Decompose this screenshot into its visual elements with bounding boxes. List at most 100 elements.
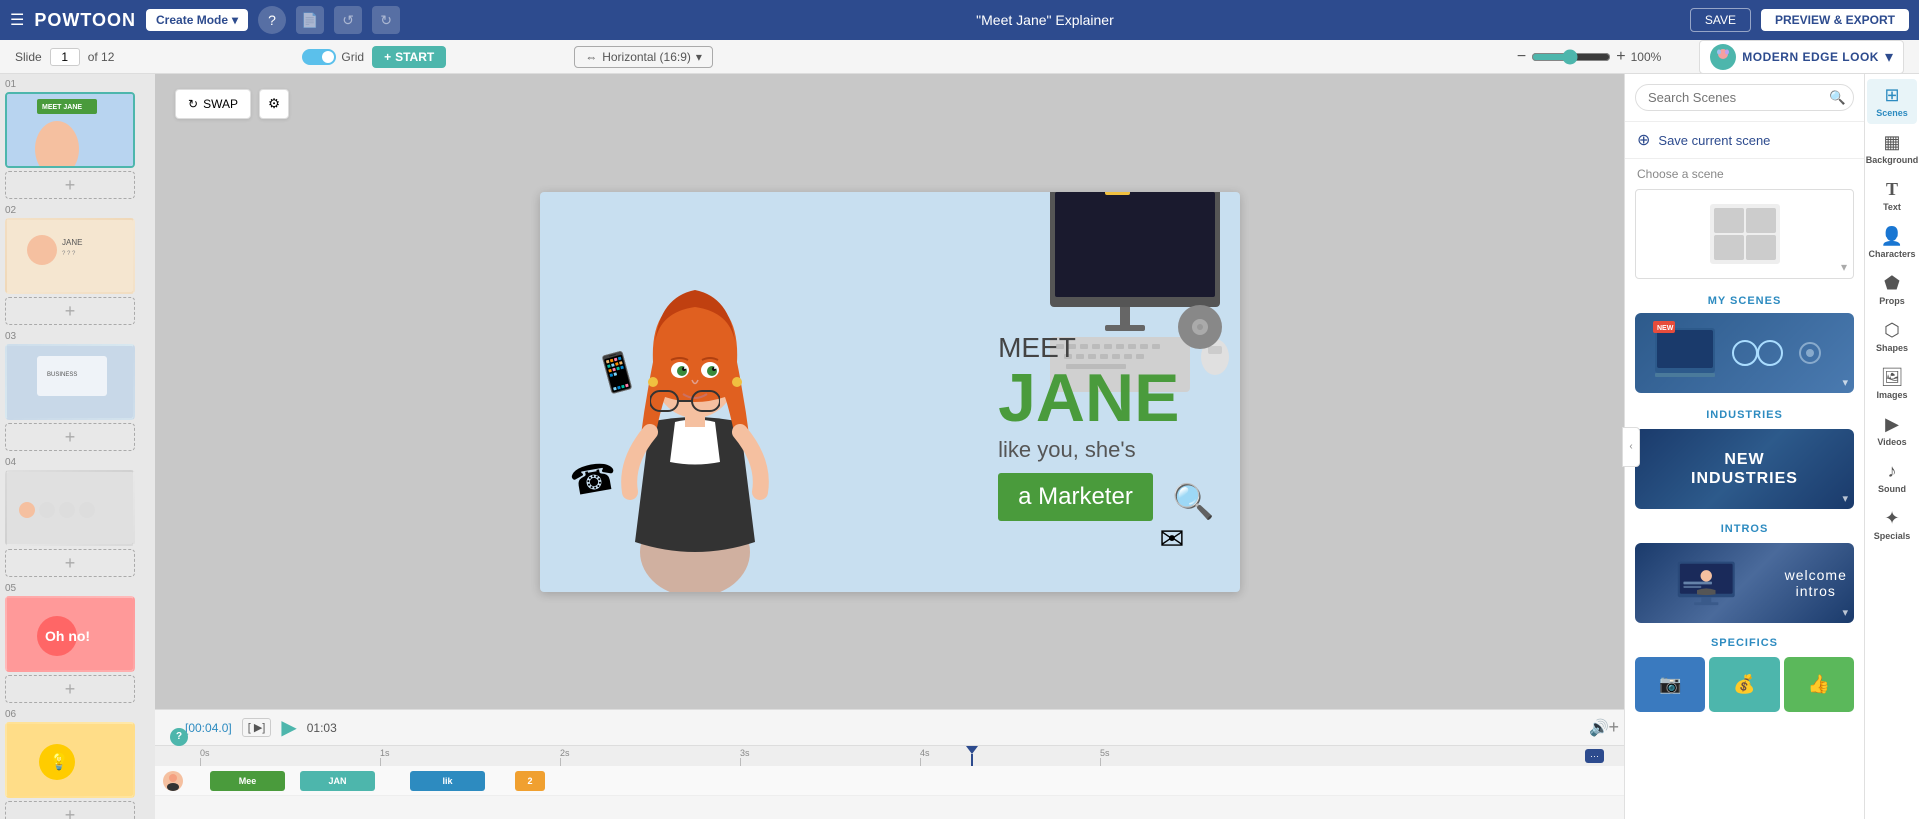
volume-icon[interactable]: 🔊	[1589, 718, 1609, 738]
scene-cell-3	[1714, 235, 1744, 260]
search-button[interactable]: 🔍	[1829, 90, 1846, 106]
help-button[interactable]: ?	[258, 6, 286, 34]
slide-number-input[interactable]	[50, 48, 80, 66]
slide-preview-06[interactable]: 💡	[5, 722, 135, 798]
grid-toggle[interactable]	[302, 49, 336, 65]
sidebar-item-background[interactable]: ▦ Background	[1867, 126, 1917, 171]
svg-text:NEW: NEW	[1657, 325, 1674, 332]
slide-preview-05[interactable]: Oh no!	[5, 596, 135, 672]
undo-button[interactable]: ↺	[334, 6, 362, 34]
slide-thumb-4[interactable]: 04 +	[5, 457, 150, 577]
collapse-panel-button[interactable]: ‹	[1622, 427, 1640, 467]
glasses-prop	[650, 387, 720, 423]
track-segment-lik[interactable]: lik	[410, 771, 485, 791]
industries-expand-arrow[interactable]: ▾	[1842, 492, 1848, 505]
track-segment-jan[interactable]: JAN	[300, 771, 375, 791]
sidebar-item-props[interactable]: ⬟ Props	[1867, 267, 1917, 312]
main-canvas[interactable]: 📱 ☎ 🔍	[540, 192, 1240, 592]
sidebar-item-sound[interactable]: ♪ Sound	[1867, 455, 1917, 500]
look-selector[interactable]: MODERN EDGE LOOK ▾	[1699, 40, 1904, 74]
scene-cell-2	[1746, 208, 1776, 233]
look-dropdown-icon: ▾	[1885, 47, 1893, 67]
ruler-2s: 2s	[560, 748, 740, 766]
sidebar-item-shapes[interactable]: ⬡ Shapes	[1867, 314, 1917, 359]
specials-label: Specials	[1874, 531, 1911, 541]
slide-thumb-2[interactable]: 02 JANE ? ? ? +	[5, 205, 150, 325]
ruler-1s: 1s	[380, 748, 560, 766]
hamburger-icon[interactable]: ☰	[10, 10, 24, 30]
my-scene-card[interactable]: NEW ▾	[1635, 313, 1854, 393]
help-info-button[interactable]: ?	[170, 728, 188, 746]
docs-button[interactable]: 📄	[296, 6, 324, 34]
save-button[interactable]: SAVE	[1690, 8, 1751, 32]
track-segment-mee[interactable]: Mee	[210, 771, 285, 791]
slide-num-01: 01	[5, 79, 150, 90]
right-panel-outer: 🔍 ⊕ Save current scene Choose a scene	[1624, 74, 1919, 819]
track-segment-2[interactable]: 2	[515, 771, 545, 791]
scene-preview-box[interactable]: ▾	[1635, 189, 1854, 279]
redo-button[interactable]: ↻	[372, 6, 400, 34]
zoom-controls: − + 100%	[1517, 48, 1661, 66]
sidebar-item-scenes[interactable]: ⊞ Scenes	[1867, 79, 1917, 124]
sidebar-item-text[interactable]: T Text	[1867, 173, 1917, 218]
canvas-scene: 📱 ☎ 🔍	[540, 192, 1240, 592]
slide-preview-02[interactable]: JANE ? ? ?	[5, 218, 135, 294]
swap-button[interactable]: ↻ SWAP	[175, 89, 251, 119]
slides-panel: 01 MEET JANE + 02 JANE ? ? ?	[0, 74, 155, 819]
save-current-scene-button[interactable]: ⊕ Save current scene	[1625, 122, 1864, 159]
characters-label: Characters	[1868, 249, 1915, 259]
horizontal-button[interactable]: ⇔ Horizontal (16:9) ▾	[574, 46, 713, 68]
ruler-0s: 0s	[200, 748, 380, 766]
sidebar-item-characters[interactable]: 👤 Characters	[1867, 220, 1917, 265]
slide-add-02[interactable]: +	[5, 297, 135, 325]
props-label: Props	[1879, 296, 1905, 306]
look-name: MODERN EDGE LOOK	[1742, 50, 1879, 64]
sidebar-item-specials[interactable]: ✦ Specials	[1867, 502, 1917, 547]
sound-label: Sound	[1878, 484, 1906, 494]
slide-add-06[interactable]: +	[5, 801, 135, 819]
start-button[interactable]: + START	[372, 46, 446, 68]
slide-add-05[interactable]: +	[5, 675, 135, 703]
slide-thumb-1[interactable]: 01 MEET JANE +	[5, 79, 150, 199]
slide-thumb-3[interactable]: 03 BUSINESS +	[5, 331, 150, 451]
slide-add-01[interactable]: +	[5, 171, 135, 199]
slide-add-04[interactable]: +	[5, 549, 135, 577]
spec-card-coin[interactable]: 💰	[1709, 657, 1779, 712]
sidebar-item-videos[interactable]: ▶ Videos	[1867, 408, 1917, 453]
specifics-cards: 📷 💰 👍	[1635, 657, 1854, 712]
search-scenes-input[interactable]	[1635, 84, 1854, 111]
slide-thumb-5[interactable]: 05 Oh no! +	[5, 583, 150, 703]
slide-preview-03[interactable]: BUSINESS	[5, 344, 135, 420]
sidebar-item-images[interactable]: 🖼 Images	[1867, 361, 1917, 406]
text-icon: T	[1886, 179, 1898, 200]
zoom-slider[interactable]	[1531, 49, 1611, 65]
background-label: Background	[1866, 155, 1919, 165]
slide-add-03[interactable]: +	[5, 423, 135, 451]
preview-export-button[interactable]: PREVIEW & EXPORT	[1761, 9, 1909, 31]
create-mode-button[interactable]: Create Mode ▾	[146, 9, 248, 31]
slide-thumb-6[interactable]: 06 💡 +	[5, 709, 150, 819]
svg-text:💡: 💡	[49, 752, 69, 771]
play-button[interactable]: ▶	[281, 715, 296, 740]
spec-card-thumbup[interactable]: 👍	[1784, 657, 1854, 712]
intros-scene-card[interactable]: welcome INTROS ▾	[1635, 543, 1854, 623]
spec-card-camera[interactable]: 📷	[1635, 657, 1705, 712]
timeline-add-button[interactable]: +	[1608, 717, 1619, 738]
videos-icon: ▶	[1885, 414, 1899, 435]
scene-expand-arrow[interactable]: ▾	[1841, 260, 1847, 274]
zoom-in-button[interactable]: +	[1616, 48, 1625, 66]
bracket-button[interactable]: [ ▶]	[242, 718, 272, 737]
industries-scene-card[interactable]: NEW INDUSTRIES ▾	[1635, 429, 1854, 509]
specifics-label: SPECIFICS	[1635, 633, 1854, 653]
timeline-area: ? [00:04.0] [ ▶] ▶ 01:03 🔊 + 0s	[155, 709, 1624, 819]
my-scene-expand-arrow[interactable]: ▾	[1842, 376, 1848, 389]
slide-label: Slide	[15, 50, 42, 64]
slide-preview-04[interactable]	[5, 470, 135, 546]
more-marker[interactable]: ···	[1585, 749, 1604, 763]
slide-preview-01[interactable]: MEET JANE	[5, 92, 135, 168]
intros-expand-arrow[interactable]: ▾	[1842, 606, 1848, 619]
look-avatar	[1710, 44, 1736, 70]
create-mode-chevron: ▾	[232, 13, 238, 27]
zoom-out-button[interactable]: −	[1517, 48, 1526, 66]
settings-button[interactable]: ⚙	[259, 89, 289, 119]
